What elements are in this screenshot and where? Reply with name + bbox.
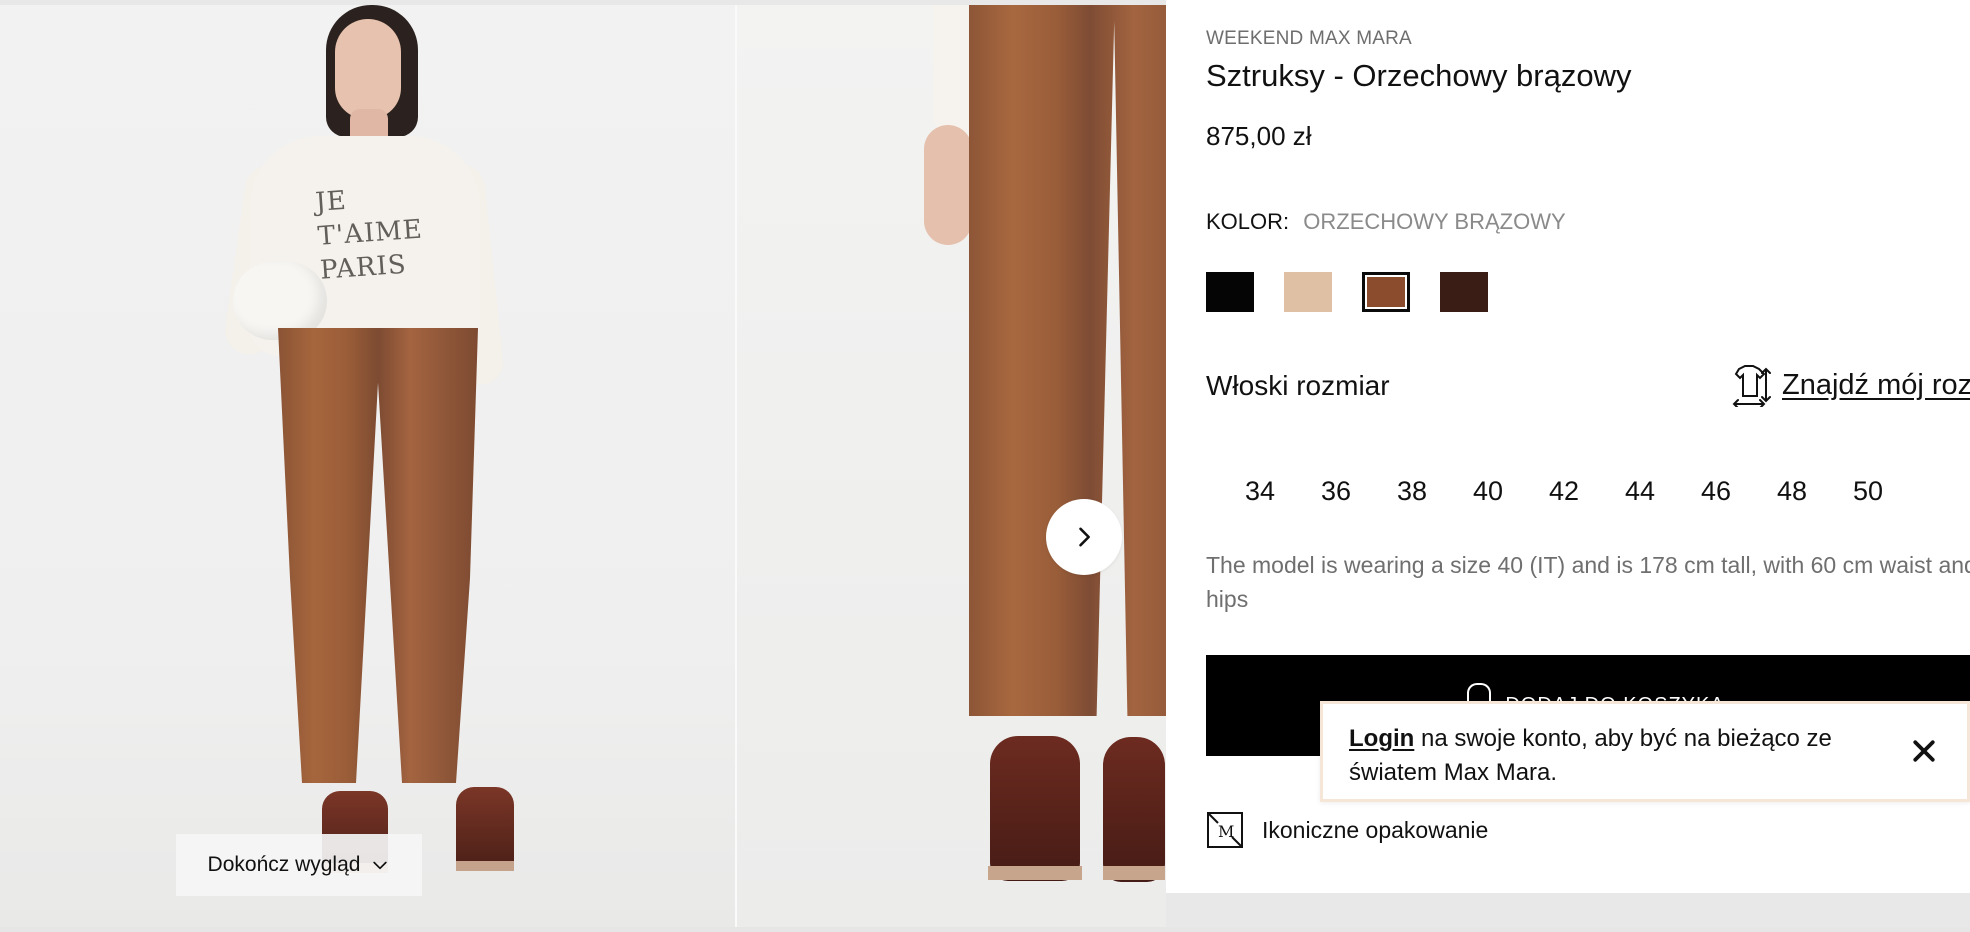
product-image-main[interactable]: JE T'AIME PARIS <box>0 5 735 927</box>
login-toast-message: na swoje konto, aby być na bieżąco ze św… <box>1349 725 1832 786</box>
size-option[interactable]: 42 <box>1526 476 1602 507</box>
product-price: 875,00 zł <box>1206 121 1312 151</box>
color-label: KOLOR: <box>1206 209 1290 234</box>
size-option[interactable]: 44 <box>1602 476 1678 507</box>
bottom-page-strip <box>0 927 1970 932</box>
color-swatches <box>1206 272 1488 312</box>
model-size-note: The model is wearing a size 40 (IT) and … <box>1206 552 1970 612</box>
login-link[interactable]: Login <box>1349 725 1414 752</box>
iconic-packaging-row: M Ikoniczne opakowanie <box>1206 811 1488 849</box>
size-option[interactable]: 34 <box>1222 476 1298 507</box>
complete-look-button[interactable]: Dokończ wygląd <box>176 834 422 896</box>
product-page: JE T'AIME PARIS Dokończ wygląd WEEKEND M… <box>0 0 1970 932</box>
size-section-title: Włoski rozmiar <box>1206 370 1390 401</box>
shirt-print-line-3: PARIS <box>319 249 408 286</box>
color-swatch-dark-brown[interactable] <box>1440 272 1488 312</box>
iconic-packaging-label: Ikoniczne opakowanie <box>1262 816 1489 843</box>
find-my-size-label: Znajdź mój rozmiar <box>1782 368 1970 401</box>
size-option[interactable]: 46 <box>1678 476 1754 507</box>
chevron-right-icon <box>1079 527 1090 547</box>
product-brand: WEEKEND MAX MARA <box>1206 28 1412 49</box>
color-swatch-black[interactable] <box>1206 272 1254 312</box>
color-swatch-beige[interactable] <box>1284 272 1332 312</box>
right-shoe-sole <box>456 861 514 871</box>
chevron-down-icon <box>373 861 388 870</box>
size-option[interactable]: 40 <box>1450 476 1526 507</box>
size-option[interactable]: 50 <box>1830 476 1906 507</box>
complete-look-label: Dokończ wygląd <box>207 853 361 876</box>
product-gallery: JE T'AIME PARIS Dokończ wygląd <box>0 5 1166 927</box>
color-swatch-walnut-brown[interactable] <box>1362 272 1410 312</box>
detail-hand <box>924 125 972 245</box>
selected-color-value: ORZECHOWY BRĄZOWY <box>1303 209 1566 234</box>
shirt-print: JE T'AIME PARIS <box>314 178 431 295</box>
close-icon[interactable] <box>1909 736 1939 766</box>
size-option[interactable]: 38 <box>1374 476 1450 507</box>
color-selector-label: KOLOR: ORZECHOWY BRĄZOWY <box>1206 209 1566 235</box>
find-my-size-link[interactable]: Znajdź mój rozmiar <box>1726 363 1970 407</box>
next-image-button[interactable] <box>1046 499 1122 575</box>
corduroy-trousers <box>278 328 478 783</box>
product-title: Sztruksy - Orzechowy brązowy <box>1206 58 1632 93</box>
gift-box-icon: M <box>1207 812 1243 848</box>
model-face <box>335 19 401 119</box>
detail-trousers <box>969 5 1166 716</box>
login-toast: Login na swoje konto, aby być na bieżąco… <box>1320 701 1970 802</box>
size-options: 34 36 38 40 42 44 46 48 50 <box>1222 476 1906 507</box>
detail-left-shoe <box>990 736 1080 881</box>
svg-text:M: M <box>1218 822 1234 841</box>
detail-right-shoe <box>1103 737 1165 882</box>
size-guide-icon <box>1732 365 1771 407</box>
size-option[interactable]: 48 <box>1754 476 1830 507</box>
detail-left-sole <box>988 866 1082 880</box>
size-option[interactable]: 36 <box>1298 476 1374 507</box>
detail-right-sole <box>1103 866 1165 880</box>
product-image-detail[interactable] <box>737 5 1166 927</box>
right-shoe <box>456 787 514 871</box>
